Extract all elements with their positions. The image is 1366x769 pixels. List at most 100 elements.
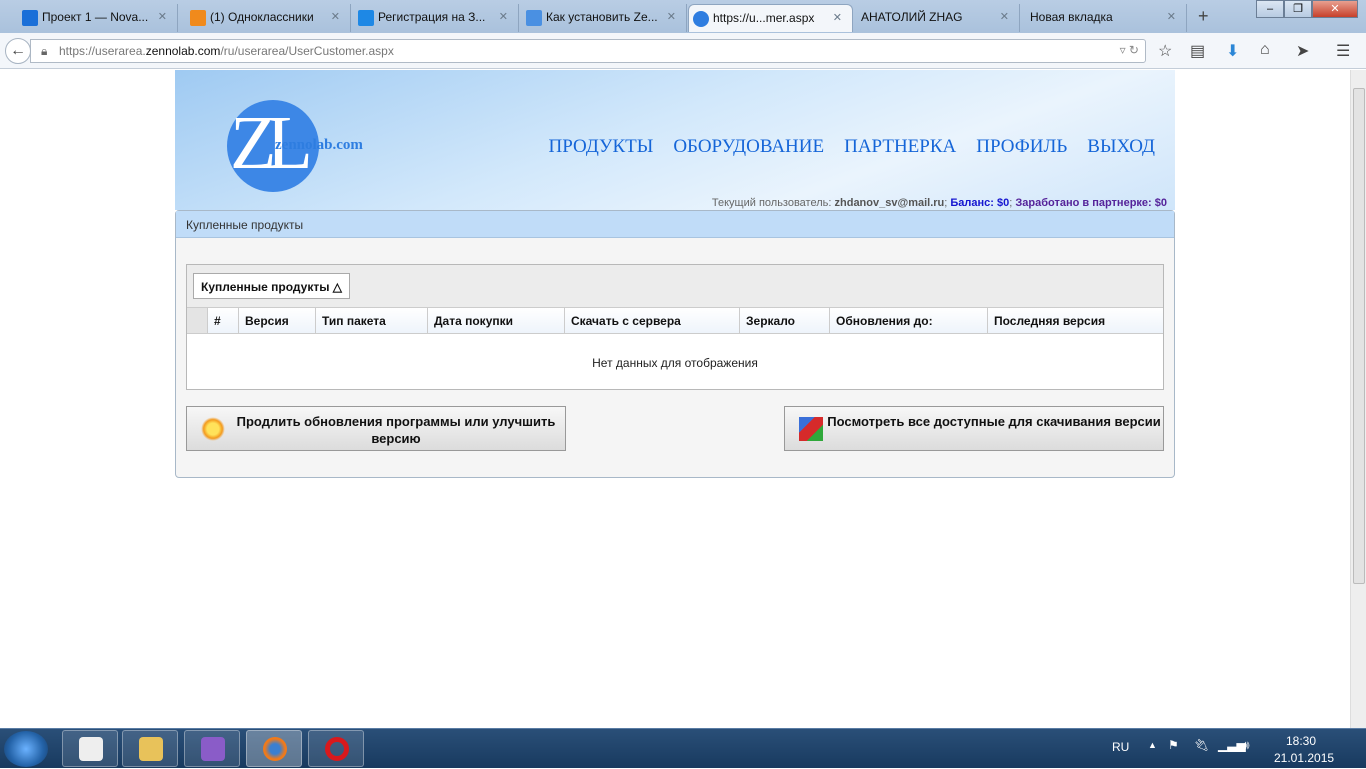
downloads-icon[interactable]: ⬇: [1226, 41, 1239, 61]
lock-icon: 🔒︎: [41, 44, 48, 58]
browser-tab-active[interactable]: https://u...mer.aspx ✕: [688, 4, 853, 32]
url-prefix: https://userarea.: [59, 44, 146, 58]
show-hidden-icons[interactable]: ▲: [1148, 740, 1157, 750]
column-header-select: [187, 308, 208, 333]
system-tray: RU ▲ ⚑ 🔌︎ ▁▃▅ 🔊︎ 18:30 21.01.2015: [1102, 729, 1352, 769]
close-tab-icon[interactable]: ✕: [1000, 10, 1009, 23]
new-tab-button[interactable]: +: [1198, 6, 1209, 27]
user-info: Текущий пользователь: zhdanov_sv@mail.ru…: [711, 197, 1167, 209]
tab-favicon-icon: [22, 10, 38, 26]
opera-icon: [325, 737, 349, 761]
tab-favicon-icon: [693, 11, 709, 27]
browser-tab[interactable]: Регистрация на З... ✕: [354, 4, 519, 32]
taskbar-app-opera[interactable]: [308, 730, 364, 767]
clock-date[interactable]: 21.01.2015: [1274, 751, 1334, 765]
power-icon[interactable]: 🔌︎: [1194, 738, 1209, 752]
logo-text: zennolab.com: [275, 137, 363, 153]
menu-partner[interactable]: ПАРТНЕРКА: [844, 136, 956, 158]
button-label: Посмотреть все доступные для скачивания …: [827, 414, 1161, 429]
tab-title: Как установить Ze...: [546, 10, 658, 24]
site-header: ZL zennolab.com ПРОДУКТЫ ОБОРУДОВАНИЕ ПА…: [175, 70, 1175, 210]
taskbar-app-explorer[interactable]: [122, 730, 178, 767]
firefox-icon: [263, 737, 287, 761]
column-header-version[interactable]: Версия: [239, 308, 316, 333]
tab-title: Регистрация на З...: [378, 10, 486, 24]
renew-updates-button[interactable]: Продлить обновления программы или улучши…: [186, 406, 566, 451]
window-controls: – ❐ ✕: [1256, 0, 1358, 18]
tab-title: (1) Одноклассники: [210, 10, 314, 24]
action-center-icon[interactable]: ⚑: [1168, 738, 1179, 752]
taskbar: RU ▲ ⚑ 🔌︎ ▁▃▅ 🔊︎ 18:30 21.01.2015: [0, 728, 1366, 768]
column-header-updates[interactable]: Обновления до:: [830, 308, 988, 333]
close-tab-icon[interactable]: ✕: [1167, 10, 1176, 23]
send-icon[interactable]: ➤: [1296, 41, 1309, 61]
browser-tab[interactable]: Новая вкладка ✕: [1022, 4, 1187, 32]
grid-header: # Версия Тип пакета Дата покупки Скачать…: [187, 308, 1163, 334]
user-label: Текущий пользователь:: [711, 197, 832, 209]
scrollbar-thumb[interactable]: [1353, 88, 1365, 584]
close-tab-icon[interactable]: ✕: [158, 10, 167, 23]
cubes-icon: [799, 417, 823, 441]
language-indicator[interactable]: RU: [1112, 740, 1129, 754]
start-button[interactable]: [4, 731, 48, 767]
folder-icon: [139, 737, 163, 761]
column-header-date[interactable]: Дата покупки: [428, 308, 565, 333]
user-email: zhdanov_sv@mail.ru: [834, 197, 945, 209]
minimize-button[interactable]: –: [1256, 0, 1284, 18]
close-tab-icon[interactable]: ✕: [499, 10, 508, 23]
reload-icon[interactable]: ▿ ↻: [1120, 43, 1139, 57]
group-chip[interactable]: Купленные продукты △: [193, 273, 351, 299]
browser-tab[interactable]: АНАТОЛИЙ ZHAG ✕: [855, 4, 1020, 32]
button-label: Продлить обновления программы или улучши…: [236, 414, 556, 446]
tab-title: Новая вкладка: [1030, 10, 1113, 24]
menu-icon[interactable]: ☰: [1336, 41, 1350, 61]
taskbar-app-firefox[interactable]: [246, 730, 302, 767]
vertical-scrollbar[interactable]: [1350, 70, 1366, 728]
tab-title: https://u...mer.aspx: [713, 11, 815, 25]
column-header-download[interactable]: Скачать с сервера: [565, 308, 740, 333]
group-panel: Купленные продукты △: [187, 265, 1163, 308]
column-header-number[interactable]: #: [208, 308, 239, 333]
menu-products[interactable]: ПРОДУКТЫ: [549, 136, 654, 158]
reading-list-icon[interactable]: ▤: [1190, 41, 1205, 61]
home-icon[interactable]: ⌂: [1260, 41, 1270, 59]
maximize-button[interactable]: ❐: [1284, 0, 1312, 18]
tab-title: Проект 1 — Nova...: [42, 10, 149, 24]
taskbar-app-notepad[interactable]: [62, 730, 118, 767]
panel-title: Купленные продукты: [176, 211, 1174, 238]
close-window-button[interactable]: ✕: [1312, 0, 1358, 18]
menu-logout[interactable]: ВЫХОД: [1087, 136, 1155, 158]
web-page: ZL zennolab.com ПРОДУКТЫ ОБОРУДОВАНИЕ ПА…: [0, 70, 1350, 728]
close-tab-icon[interactable]: ✕: [331, 10, 340, 23]
purchased-products-panel: Купленные продукты Купленные продукты △ …: [175, 210, 1175, 478]
column-header-package[interactable]: Тип пакета: [316, 308, 428, 333]
main-menu: ПРОДУКТЫ ОБОРУДОВАНИЕ ПАРТНЕРКА ПРОФИЛЬ …: [549, 136, 1155, 158]
partner-earnings: Заработано в партнерке: $0: [1015, 197, 1167, 209]
taskbar-app-visual-studio[interactable]: [184, 730, 240, 767]
close-tab-icon[interactable]: ✕: [667, 10, 676, 23]
column-header-latest[interactable]: Последняя версия: [988, 308, 1163, 333]
sun-icon: [201, 417, 225, 441]
products-grid: Купленные продукты △ # Версия Тип пакета…: [186, 264, 1164, 390]
empty-message: Нет данных для отображения: [592, 356, 758, 370]
address-bar[interactable]: 🔒︎ https://userarea.zennolab.com/ru/user…: [30, 39, 1146, 63]
tab-title: АНАТОЛИЙ ZHAG: [861, 10, 963, 24]
tab-favicon-icon: [526, 10, 542, 26]
browser-tab[interactable]: Проект 1 — Nova... ✕: [18, 4, 178, 32]
view-versions-button[interactable]: Посмотреть все доступные для скачивания …: [784, 406, 1164, 451]
volume-icon[interactable]: 🔊︎: [1242, 738, 1250, 753]
navigation-bar: 🔒︎ https://userarea.zennolab.com/ru/user…: [0, 33, 1366, 69]
menu-hardware[interactable]: ОБОРУДОВАНИЕ: [673, 136, 824, 158]
column-header-mirror[interactable]: Зеркало: [740, 308, 830, 333]
browser-tab[interactable]: (1) Одноклассники ✕: [186, 4, 351, 32]
browser-tab[interactable]: Как установить Ze... ✕: [522, 4, 687, 32]
url-domain: zennolab.com: [145, 44, 221, 58]
close-tab-icon[interactable]: ✕: [833, 11, 842, 24]
back-button[interactable]: ←: [5, 38, 31, 64]
bookmark-star-icon[interactable]: ☆: [1158, 41, 1172, 61]
url-path: /ru/userarea/UserCustomer.aspx: [220, 44, 394, 58]
menu-profile[interactable]: ПРОФИЛЬ: [976, 136, 1067, 158]
visual-studio-icon: [201, 737, 225, 761]
notepad-icon: [79, 737, 103, 761]
clock-time[interactable]: 18:30: [1286, 734, 1316, 748]
